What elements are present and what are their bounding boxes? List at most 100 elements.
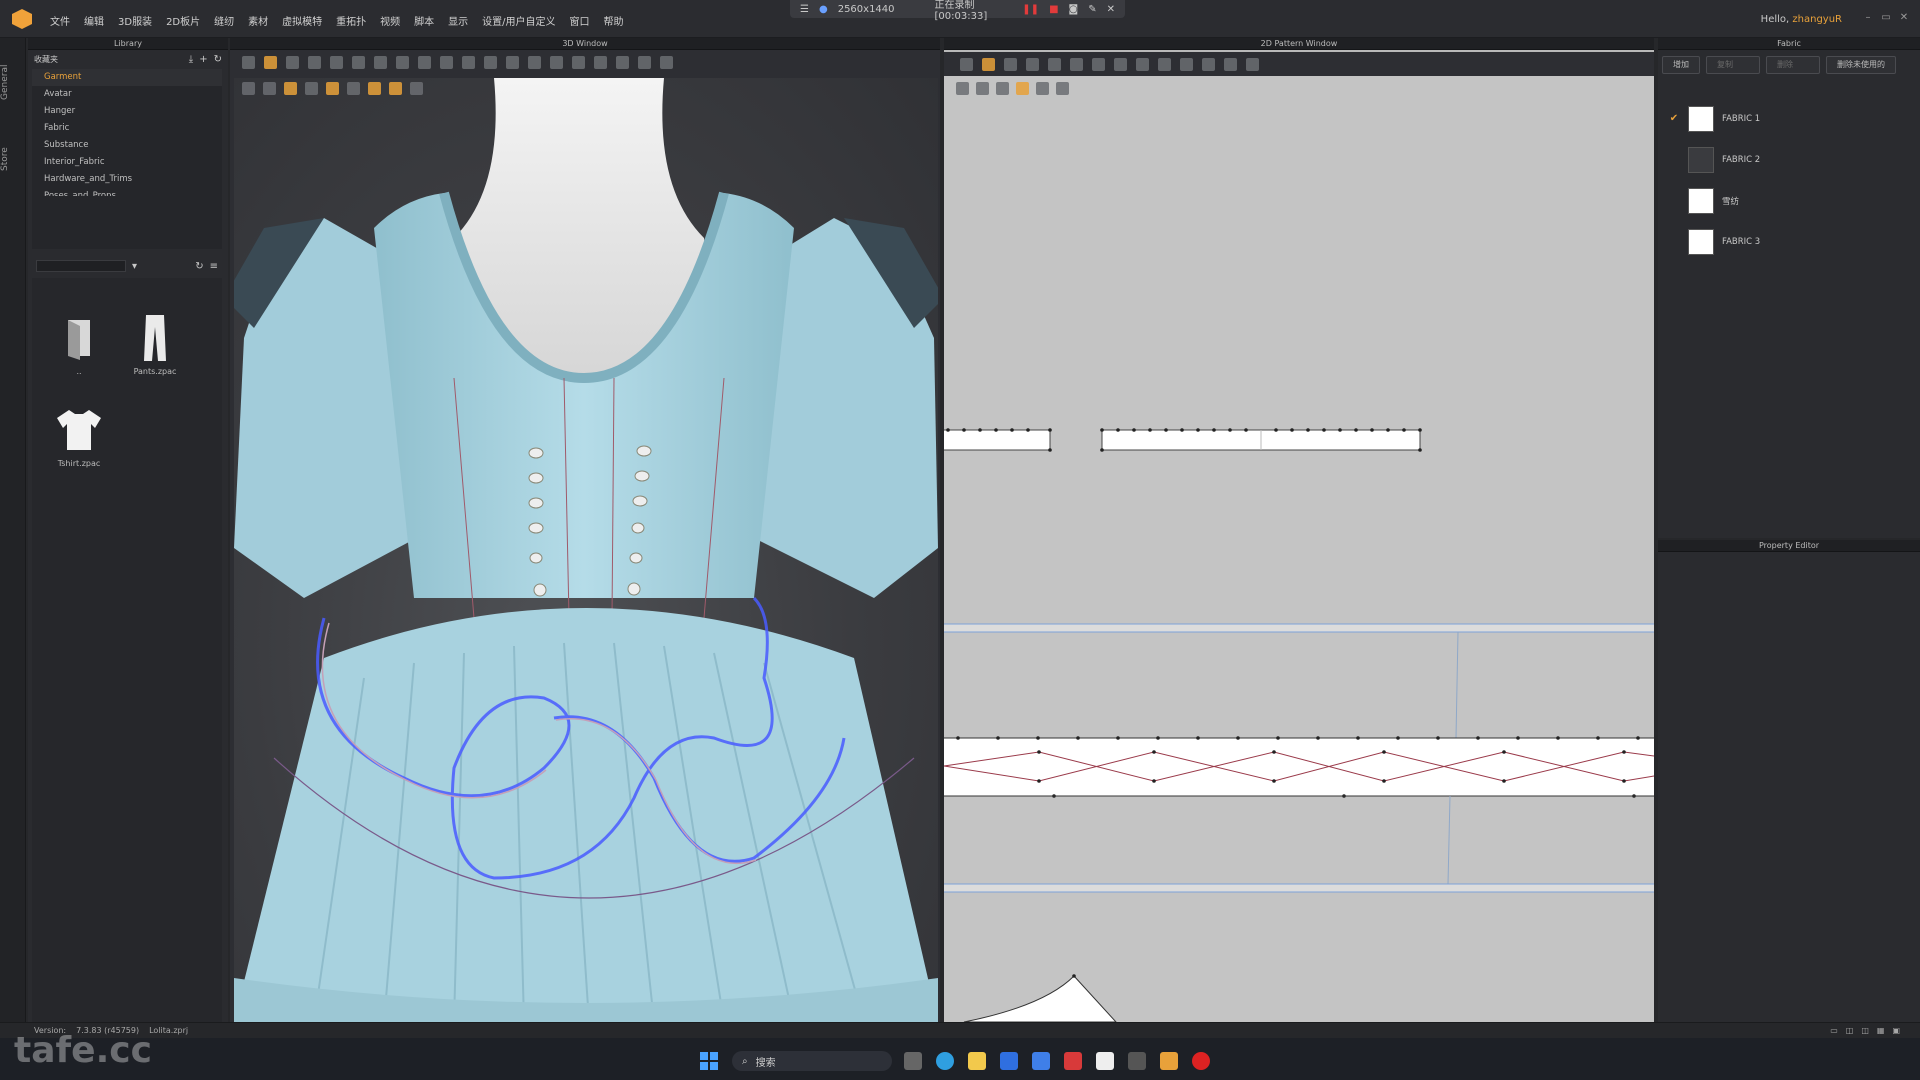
mic-icon[interactable]: ● xyxy=(819,4,828,15)
menu-settings[interactable]: 设置/用户自定义 xyxy=(482,13,555,28)
pin-tool-icon[interactable] xyxy=(484,55,497,69)
download-icon[interactable]: ⤓ xyxy=(189,54,193,65)
rectangle-icon[interactable] xyxy=(1026,57,1039,71)
3d-viewport[interactable] xyxy=(234,78,938,1022)
library-search-input[interactable] xyxy=(36,260,126,272)
tree-item-garment[interactable]: Garment xyxy=(32,69,222,86)
pattern-display-icon[interactable] xyxy=(956,82,969,95)
avatar-display-icon[interactable] xyxy=(242,82,255,95)
tree-item-hardware[interactable]: Hardware_and_Trims xyxy=(32,171,222,188)
tree-item-hanger[interactable]: Hanger xyxy=(32,103,222,120)
recorder-app-icon[interactable] xyxy=(1192,1052,1210,1070)
menu-sewing[interactable]: 缝纫 xyxy=(214,13,234,28)
app-blue-icon[interactable] xyxy=(1032,1052,1050,1070)
menu-video[interactable]: 视频 xyxy=(380,13,400,28)
copy-fabric-button[interactable]: 复制 xyxy=(1706,56,1760,74)
garment-display-icon[interactable] xyxy=(263,82,276,95)
tree-item-avatar[interactable]: Avatar xyxy=(32,86,222,103)
task-view-icon[interactable] xyxy=(904,1052,922,1070)
layout-1-icon[interactable]: ▭ xyxy=(1830,1026,1838,1035)
light-icon[interactable] xyxy=(347,82,360,95)
segment-sewing-icon[interactable] xyxy=(440,55,453,69)
dart-icon[interactable] xyxy=(1070,57,1083,71)
buttonhole-icon[interactable] xyxy=(594,55,607,69)
layout-3-icon[interactable]: ◫ xyxy=(1861,1026,1869,1035)
sphere-icon[interactable] xyxy=(389,82,402,95)
delete-fabric-button[interactable]: 删除 xyxy=(1766,56,1820,74)
fabric-item[interactable]: FABRIC 3 xyxy=(1668,221,1898,262)
tree-item-substance[interactable]: Substance xyxy=(32,137,222,154)
tab-general[interactable]: General xyxy=(0,52,26,112)
menu-display[interactable]: 显示 xyxy=(448,13,468,28)
menu-retopology[interactable]: 重拓扑 xyxy=(336,13,366,28)
maximize-icon[interactable]: ▭ xyxy=(1880,12,1892,24)
pleat-icon[interactable] xyxy=(1202,57,1215,71)
menu-script[interactable]: 脚本 xyxy=(414,13,434,28)
tree-item-poses[interactable]: Poses_and_Props xyxy=(32,188,222,196)
tab-store[interactable]: Store xyxy=(0,134,26,184)
texture-icon[interactable] xyxy=(284,82,297,95)
edit-sewing-icon[interactable] xyxy=(418,55,431,69)
close-icon[interactable]: ✕ xyxy=(1107,4,1115,15)
menu-2d-pattern[interactable]: 2D板片 xyxy=(166,13,200,28)
minimize-icon[interactable]: – xyxy=(1862,12,1874,24)
search-app-icon[interactable] xyxy=(1128,1052,1146,1070)
library-item-tshirt[interactable]: Tshirt.zpac xyxy=(52,404,106,468)
fabric-item[interactable]: 雪纺 xyxy=(1668,180,1898,221)
fabric-item[interactable]: ✔ FABRIC 1 xyxy=(1668,98,1898,139)
camera-view-icon[interactable] xyxy=(410,82,423,95)
pause-icon[interactable]: ❚❚ xyxy=(1022,4,1039,15)
free-sewing-icon[interactable] xyxy=(462,55,475,69)
arrange-icon[interactable] xyxy=(352,55,365,69)
view-icon[interactable]: ▾ xyxy=(132,261,137,272)
delete-unused-button[interactable]: 删除未使用的 xyxy=(1826,56,1896,74)
add-icon[interactable]: + xyxy=(199,54,207,65)
internal-line-icon[interactable] xyxy=(1048,57,1061,71)
simulate-icon[interactable] xyxy=(242,55,255,69)
transform-pattern-icon[interactable] xyxy=(960,57,973,71)
brush-icon[interactable] xyxy=(528,55,541,69)
grain-icon[interactable] xyxy=(976,82,989,95)
menu-edit[interactable]: 编辑 xyxy=(84,13,104,28)
pin-icon[interactable] xyxy=(368,82,381,95)
layout-2-icon[interactable]: ◫ xyxy=(1846,1026,1854,1035)
menu-3d-garment[interactable]: 3D服装 xyxy=(118,13,152,28)
polygon-icon[interactable] xyxy=(1004,57,1017,71)
taskbar-search-input[interactable]: ⌕ 搜索 xyxy=(732,1051,892,1071)
shirt-tool-icon[interactable] xyxy=(1246,57,1259,71)
library-item-up[interactable]: .. xyxy=(52,312,106,376)
edit-pattern-icon[interactable] xyxy=(982,57,995,71)
stop-icon[interactable]: ■ xyxy=(1049,4,1058,15)
trace-icon[interactable] xyxy=(1092,57,1105,71)
pattern-canvas[interactable] xyxy=(944,76,1654,1022)
avatar-icon[interactable] xyxy=(305,82,318,95)
layout-4-icon[interactable]: ▦ xyxy=(1877,1026,1885,1035)
fold-icon[interactable] xyxy=(308,55,321,69)
sync-icon[interactable]: ↻ xyxy=(195,261,203,272)
clo-app-icon[interactable] xyxy=(1160,1052,1178,1070)
user-name[interactable]: zhangyuR xyxy=(1792,14,1842,25)
library-item-pants[interactable]: Pants.zpac xyxy=(128,312,182,376)
window-close-icon[interactable]: ✕ xyxy=(1898,12,1910,24)
tree-item-interior-fabric[interactable]: Interior_Fabric xyxy=(32,154,222,171)
list-icon[interactable]: ≡ xyxy=(210,261,218,272)
size-icon[interactable] xyxy=(1036,82,1049,95)
add-fabric-button[interactable]: 增加 xyxy=(1662,56,1700,74)
fabric-item[interactable]: FABRIC 2 xyxy=(1668,139,1898,180)
layout-5-icon[interactable]: ▣ xyxy=(1892,1026,1900,1035)
fold-arrangement-icon[interactable] xyxy=(396,55,409,69)
favorites-label[interactable]: 收藏夹 xyxy=(34,54,58,65)
line-icon[interactable] xyxy=(330,55,343,69)
zipper-icon[interactable] xyxy=(550,55,563,69)
edit-curvature-icon[interactable] xyxy=(1114,57,1127,71)
refresh-icon[interactable]: ↻ xyxy=(214,54,222,65)
ruler-icon[interactable] xyxy=(1224,57,1237,71)
select-move-icon[interactable] xyxy=(264,55,277,69)
store-icon[interactable] xyxy=(1000,1052,1018,1070)
menu-avatar[interactable]: 虚拟模特 xyxy=(282,13,322,28)
segment-seam-icon[interactable] xyxy=(1180,57,1193,71)
menu-materials[interactable]: 素材 xyxy=(248,13,268,28)
menu-file[interactable]: 文件 xyxy=(50,13,70,28)
wps-icon[interactable] xyxy=(1064,1052,1082,1070)
topstitch-icon[interactable] xyxy=(616,55,629,69)
